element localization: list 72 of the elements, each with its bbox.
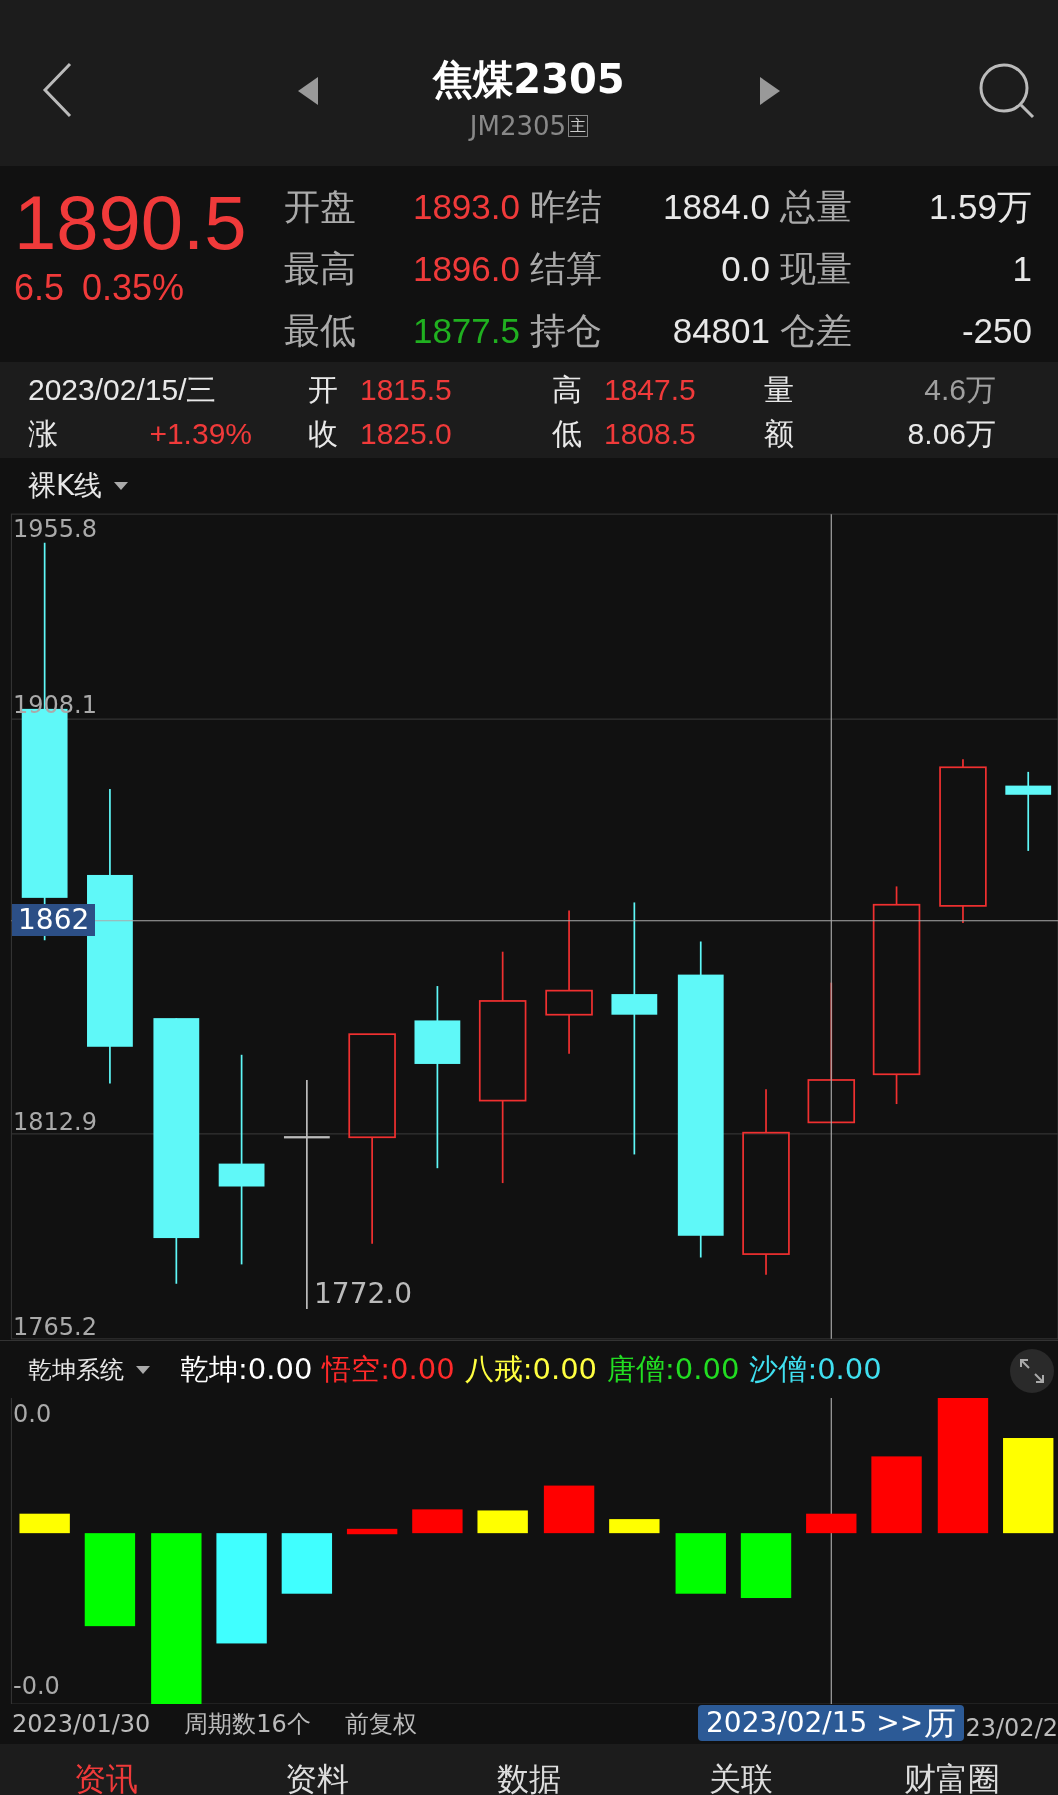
field-value: -250 [960,310,1033,352]
adjust-mode: 前复权 [344,1709,417,1740]
previous-icon[interactable] [298,77,320,105]
contract-code: JM2305 [469,110,567,142]
indicator-value: 唐僧:0.00 [607,1350,740,1388]
percent-change: 0.35% [82,266,185,310]
bottom-tab[interactable]: 关联 [634,1760,847,1795]
field-value: 1877.5 [411,310,521,352]
field-value: 84801 [671,310,771,352]
field-value: 4.6万 [923,372,996,408]
field-value: 1884.0 [661,186,771,228]
field-label: 现量 [780,247,853,291]
symbol-title: 焦煤2305 [433,55,625,104]
back-icon[interactable] [42,62,72,118]
period-count: 周期数16个 [184,1709,311,1740]
axis-label: 0.0 [13,1400,52,1428]
indicator-value: 悟空:0.00 [322,1350,455,1388]
field-label: 结算 [530,247,603,291]
axis-label: -0.0 [13,1672,60,1700]
field-label: 高 [551,372,583,408]
field-label: 额 [763,416,795,452]
field-label: 低 [551,416,583,452]
price-change: 6.5 [14,266,65,310]
field-value: 1896.0 [411,248,521,290]
end-date: 23/02/2 [965,1713,1058,1744]
axis-label: 1765.2 [13,1313,97,1341]
field-label: 涨 [28,416,58,452]
field-label: 开 [307,372,339,408]
indicator-value: 八戒:0.00 [464,1350,598,1388]
field-label: 开盘 [284,185,357,229]
field-label: 仓差 [780,309,853,353]
field-value: 1815.5 [360,372,453,408]
field-label: 昨结 [530,185,603,229]
axis-label: 1955.8 [13,515,97,543]
indicator-value: 乾坤:0.00 [180,1350,313,1388]
field-label: 总量 [780,185,853,229]
bottom-tab[interactable]: 资讯 [0,1760,212,1795]
indicator-dropdown[interactable]: 乾坤系统 [28,1351,150,1388]
field-value: 1847.5 [604,372,697,408]
bottom-tab[interactable]: 数据 [423,1760,635,1795]
last-price: 1890.5 [14,180,248,266]
field-label: 最低 [284,309,357,353]
main-contract-badge: 主 [568,115,589,137]
field-value: 1808.5 [604,416,697,452]
field-value: +1.39% [149,416,252,452]
crosshair-price-label: 1862 [12,904,96,936]
search-icon[interactable] [978,62,1036,120]
bottom-tab[interactable]: 财富圈 [846,1760,1058,1795]
expand-button[interactable] [1010,1349,1054,1393]
calendar-tag: 历 [924,1699,956,1747]
field-value: 8.06万 [906,416,996,452]
start-date: 2023/01/30 [12,1709,151,1740]
field-label: 持仓 [530,309,603,353]
field-value: 1.59万 [927,186,1033,228]
cursor-date: 2023/02/15 >> [706,1705,924,1741]
low-price-label: 1772.0 [314,1278,412,1310]
field-value: 1 [1011,248,1033,290]
field-value: 1825.0 [360,416,453,452]
next-icon[interactable] [758,77,780,105]
bar-date: 2023/02/15/三 [28,372,218,408]
axis-label: 1812.9 [13,1108,97,1136]
bottom-tab[interactable]: 资料 [211,1760,424,1795]
caret-icon [114,481,129,490]
caret-icon [136,1365,150,1374]
chart-type-dropdown[interactable]: 裸K线 [28,464,129,507]
field-label: 量 [763,372,795,408]
field-label: 最高 [284,247,357,291]
expand-icon [1019,1358,1045,1384]
field-value: 1893.0 [411,186,521,228]
field-label: 收 [307,416,339,452]
indicator-value: 沙僧:0.00 [749,1350,882,1388]
field-value: 0.0 [720,248,771,290]
